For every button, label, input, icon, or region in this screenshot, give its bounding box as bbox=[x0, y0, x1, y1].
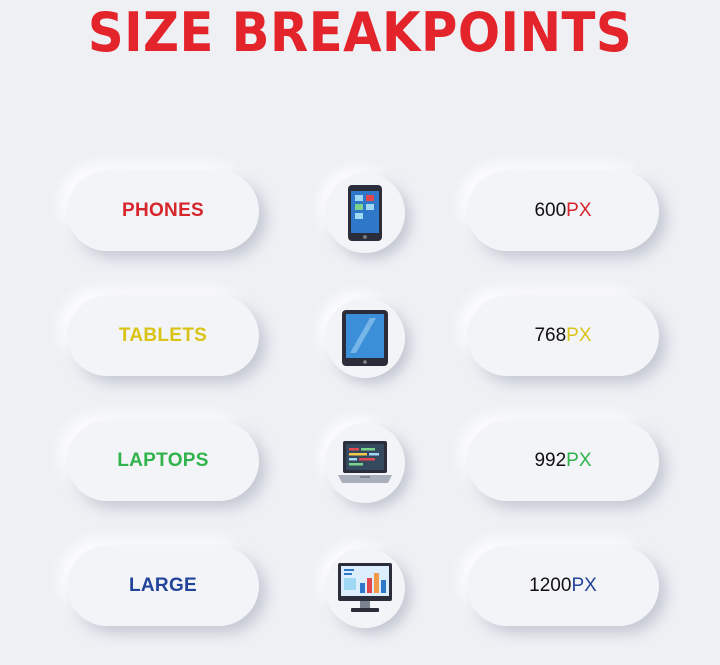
laptop-icon bbox=[338, 441, 392, 483]
phone-icon-badge bbox=[325, 173, 405, 253]
device-label: LARGE bbox=[129, 575, 197, 596]
breakpoint-row-tablets: TABLETS 768PX bbox=[0, 296, 720, 380]
size-pill-laptops: 992PX bbox=[467, 421, 659, 501]
breakpoint-value: 992PX bbox=[534, 450, 592, 471]
device-pill-large: LARGE bbox=[67, 546, 259, 626]
phone-icon bbox=[348, 185, 382, 241]
breakpoint-row-phones: PHONES 600PX bbox=[0, 171, 720, 255]
tablet-icon-badge bbox=[325, 298, 405, 378]
breakpoint-value: 768PX bbox=[534, 325, 592, 346]
device-pill-tablets: TABLETS bbox=[67, 296, 259, 376]
device-label: TABLETS bbox=[118, 325, 208, 346]
size-pill-phones: 600PX bbox=[467, 171, 659, 251]
device-label: LAPTOPS bbox=[117, 450, 209, 471]
device-label: PHONES bbox=[121, 200, 205, 221]
size-pill-large: 1200PX bbox=[467, 546, 659, 626]
breakpoint-row-large: LARGE 1200PX bbox=[0, 546, 720, 630]
device-pill-phones: PHONES bbox=[67, 171, 259, 251]
breakpoint-value: 600PX bbox=[534, 200, 592, 221]
laptop-icon-badge bbox=[325, 423, 405, 503]
breakpoint-value: 1200PX bbox=[529, 575, 597, 596]
desktop-monitor-icon-badge bbox=[325, 548, 405, 628]
size-pill-tablets: 768PX bbox=[467, 296, 659, 376]
tablet-icon bbox=[342, 310, 388, 366]
desktop-monitor-icon bbox=[338, 563, 392, 612]
breakpoint-row-laptops: LAPTOPS 992PX bbox=[0, 421, 720, 505]
page-title: SIZE BREAKPOINTS bbox=[87, 1, 633, 64]
device-pill-laptops: LAPTOPS bbox=[67, 421, 259, 501]
